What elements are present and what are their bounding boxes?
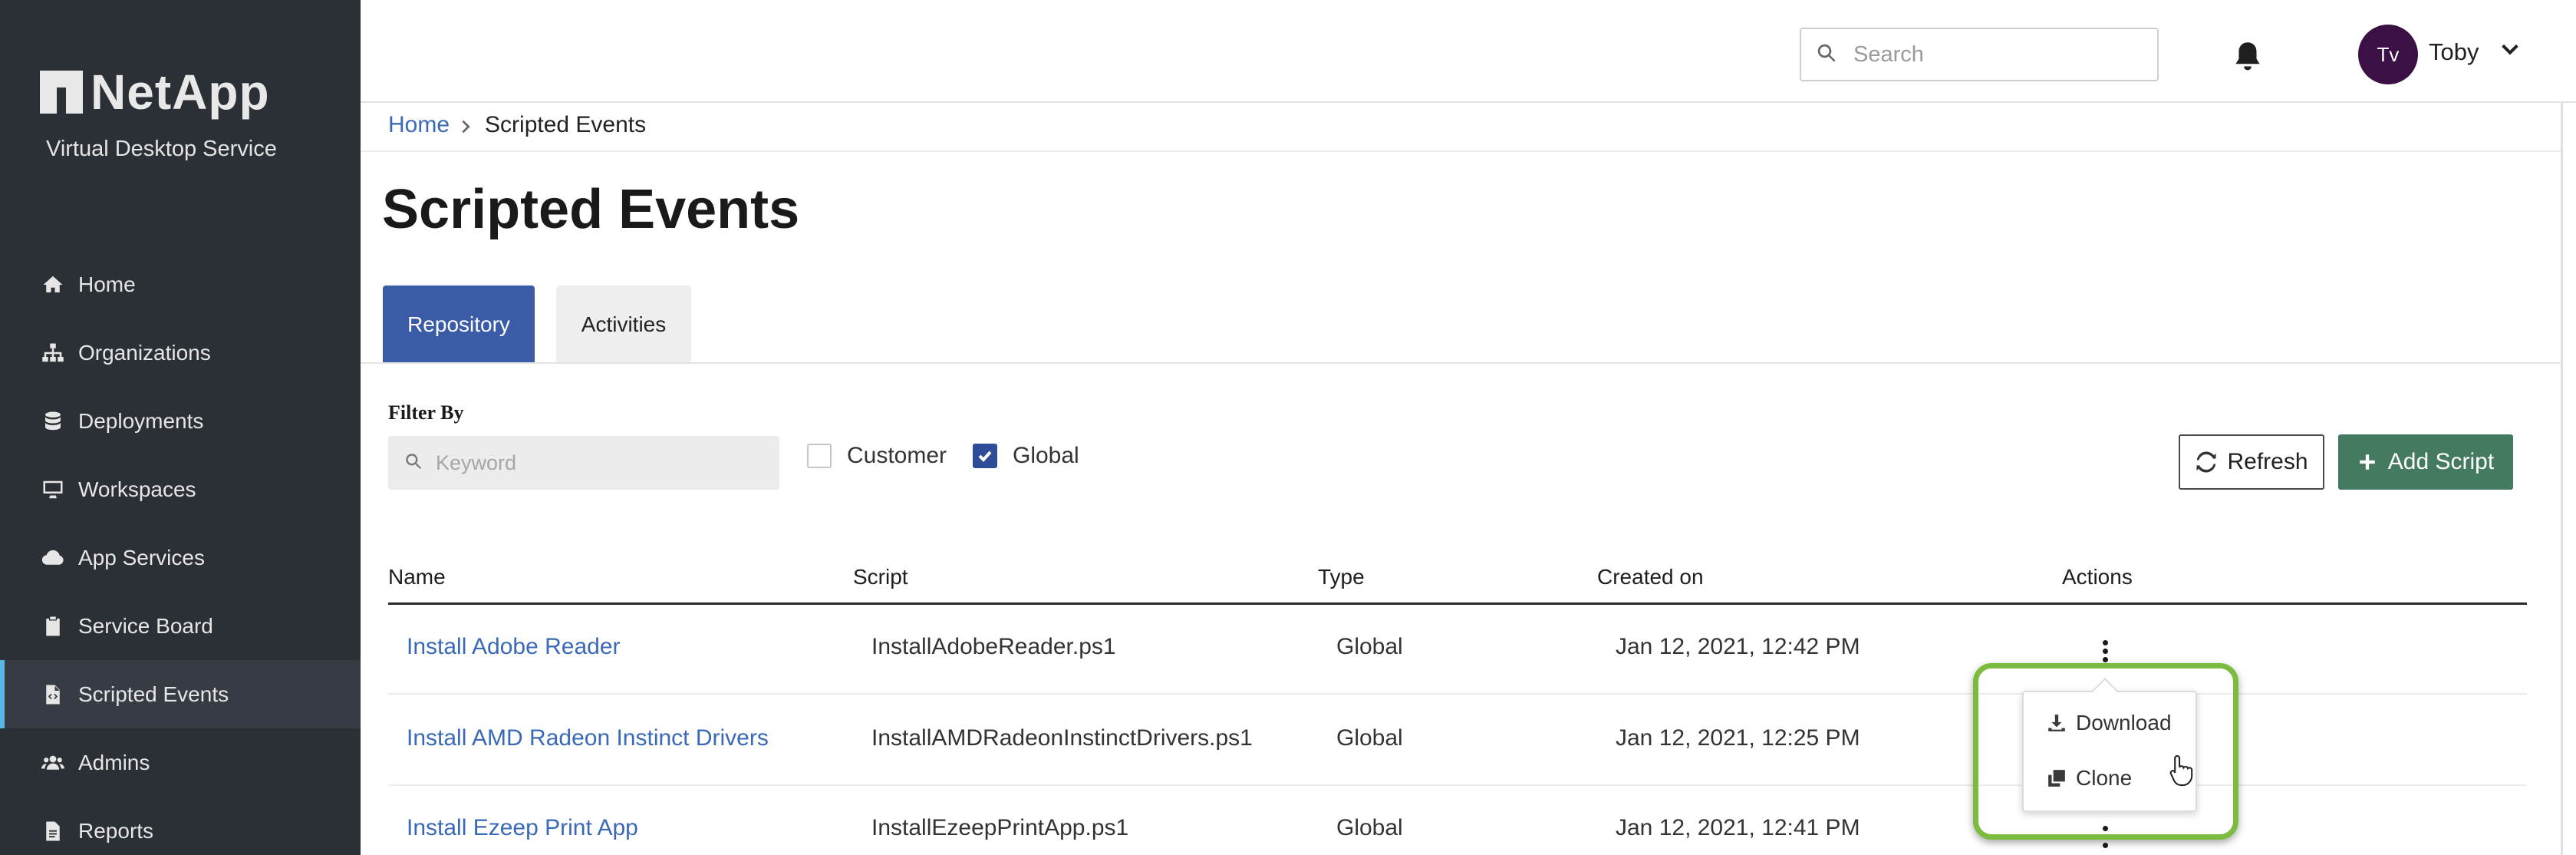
chevron-down-icon[interactable] [2499,38,2521,60]
brand-name: NetApp [91,64,270,120]
brand-subtitle: Virtual Desktop Service [46,137,277,161]
file-code-icon [40,682,66,708]
desktop-icon [40,477,66,503]
global-checkbox-label: Global [1013,443,1079,468]
add-script-button-label: Add Script [2387,449,2495,474]
sidebar-item-workspaces[interactable]: Workspaces [0,455,361,523]
global-filter[interactable]: Global [973,443,1079,469]
tab-repository[interactable]: Repository [383,286,535,364]
created-on: Jan 12, 2021, 12:25 PM [1616,725,1860,751]
script-type: Global [1336,634,1403,659]
clone-label: Clone [2076,766,2133,790]
checkmark-icon [978,451,992,462]
search-icon [1815,41,1838,68]
avatar[interactable]: Tv [2358,25,2418,84]
sitemap-icon [40,340,66,366]
customer-filter[interactable]: Customer [807,443,947,469]
sidebar-item-label: App Services [78,545,205,569]
bell-icon[interactable] [2232,40,2263,75]
sidebar-item-label: Organizations [78,340,211,365]
download-label: Download [2076,711,2172,735]
sidebar-item-app-services[interactable]: App Services [0,523,361,592]
script-name-link[interactable]: Install Adobe Reader [407,634,621,660]
keyword-input[interactable] [436,451,773,475]
file-text-icon [40,818,66,844]
column-header-name[interactable]: Name [388,565,446,589]
home-icon [40,272,66,298]
breadcrumb: Home Scripted Events [388,112,646,138]
column-header-created-on[interactable]: Created on [1597,565,1704,589]
actions-menu: Download Clone [2022,691,2197,812]
tab-bar: Repository Activities [383,286,713,364]
column-header-script[interactable]: Script [853,565,908,589]
users-icon [40,750,66,776]
divider [361,150,2562,152]
page-title: Scripted Events [382,179,800,240]
scrollbar[interactable] [2561,103,2563,855]
breadcrumb-current: Scripted Events [485,112,647,137]
sidebar-item-label: Reports [78,818,154,843]
refresh-icon [2196,451,2216,473]
breadcrumb-home-link[interactable]: Home [388,112,450,138]
top-bar: Tv Toby [361,0,2576,103]
filter-label: Filter By [388,401,464,424]
created-on: Jan 12, 2021, 12:41 PM [1616,815,1860,840]
tab-activities[interactable]: Activities [556,286,691,364]
hand-cursor-icon [2168,754,2196,787]
sidebar-item-organizations[interactable]: Organizations [0,319,361,387]
global-checkbox[interactable] [973,444,997,468]
sidebar-item-label: Admins [78,750,150,774]
column-header-type[interactable]: Type [1318,565,1365,589]
keyword-filter[interactable] [388,436,779,490]
netapp-logo[interactable]: NetApp [40,64,270,120]
add-script-button[interactable]: Add Script [2338,434,2513,490]
sidebar-item-label: Home [78,272,136,296]
global-search[interactable] [1800,28,2159,81]
refresh-button-label: Refresh [2227,449,2308,474]
sidebar-item-admins[interactable]: Admins [0,728,361,797]
divider [361,362,2562,364]
menu-item-clone[interactable]: Clone [2047,766,2132,791]
search-input[interactable] [1853,41,2145,68]
sidebar-item-label: Scripted Events [78,682,229,706]
script-type: Global [1336,815,1403,840]
script-name-link[interactable]: Install Ezeep Print App [407,815,638,841]
cloud-icon [40,545,66,571]
clipboard-icon [40,613,66,639]
column-header-actions: Actions [2062,565,2133,589]
refresh-button[interactable]: Refresh [2179,434,2324,490]
sidebar-item-service-board[interactable]: Service Board [0,592,361,660]
sidebar-item-reports[interactable]: Reports [0,797,361,855]
search-icon [404,451,423,475]
sidebar-item-scripted-events[interactable]: Scripted Events [0,660,361,728]
download-icon [2048,715,2065,731]
created-on: Jan 12, 2021, 12:42 PM [1616,634,1860,659]
script-name-link[interactable]: Install AMD Radeon Instinct Drivers [407,725,769,751]
script-file: InstallAMDRadeonInstinctDrivers.ps1 [871,725,1253,751]
sidebar-item-label: Workspaces [78,477,196,501]
sidebar-nav: Home Organizations Deployments Workspace… [0,250,361,855]
sidebar-item-label: Service Board [78,613,213,638]
user-name[interactable]: Toby [2429,38,2479,66]
script-type: Global [1336,725,1403,751]
plus-icon [2360,454,2375,470]
customer-checkbox-label: Customer [847,443,947,468]
more-actions-icon[interactable] [2100,640,2110,666]
menu-item-download[interactable]: Download [2047,711,2172,735]
sidebar-item-label: Deployments [78,408,204,433]
script-file: InstallAdobeReader.ps1 [871,634,1116,659]
database-icon [40,408,66,434]
sidebar: NetApp Virtual Desktop Service Home Orga… [0,0,361,855]
sidebar-item-home[interactable]: Home [0,250,361,319]
clone-icon [2048,770,2065,787]
chevron-right-icon [457,115,477,135]
customer-checkbox[interactable] [807,444,832,468]
netapp-logo-icon [40,71,83,114]
sidebar-item-deployments[interactable]: Deployments [0,387,361,455]
script-file: InstallEzeepPrintApp.ps1 [871,815,1129,840]
